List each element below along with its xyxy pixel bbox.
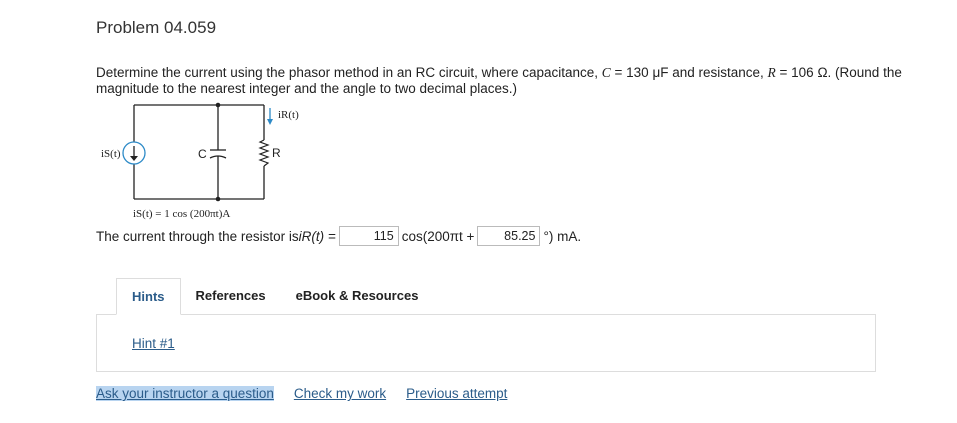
junction-node	[215, 196, 221, 202]
answer-prefix: The current through the resistor is	[96, 228, 299, 244]
check-my-work-link[interactable]: Check my work	[294, 386, 386, 401]
junction-node	[215, 102, 221, 108]
magnitude-input[interactable]: 115	[338, 226, 399, 246]
tab-hints[interactable]: Hints	[116, 278, 181, 315]
footer-links: Ask your instructor a question Check my …	[96, 386, 527, 401]
problem-text-part: Determine the current using the phasor m…	[96, 65, 602, 80]
tab-ebook-resources[interactable]: eBook & Resources	[281, 278, 434, 315]
resistor-label: R	[272, 146, 281, 160]
answer-function: iR(t) =	[298, 228, 336, 244]
rc-circuit-diagram: iS(t) C R iR(t) iS(t) = 1 cos (200πt)A	[101, 102, 299, 220]
problem-statement: Determine the current using the phasor m…	[96, 65, 946, 97]
tab-references[interactable]: References	[181, 278, 281, 315]
answer-line: The current through the resistor is iR(t…	[96, 226, 581, 246]
current-arrow-icon	[267, 108, 273, 125]
source-label: iS(t)	[101, 148, 121, 160]
circuit-caption: iS(t) = 1 cos (200πt)A	[133, 208, 230, 220]
resistance-var: R	[767, 65, 776, 80]
ask-instructor-link[interactable]: Ask your instructor a question	[96, 386, 274, 401]
resistor-icon	[258, 139, 270, 167]
resource-tabs: Hints References eBook & Resources	[116, 278, 433, 315]
problem-text-part: = 130 μF and resistance,	[610, 65, 768, 80]
capacitor-label: C	[198, 147, 207, 161]
angle-input[interactable]: 85.25	[477, 226, 541, 246]
problem-text-part: magnitude to the nearest integer and the…	[96, 81, 518, 96]
answer-suffix: °) mA.	[543, 228, 582, 244]
problem-text-part: = 106 Ω. (Round the	[775, 65, 902, 80]
capacitance-var: C	[601, 65, 611, 80]
hints-panel: Hint #1	[96, 314, 876, 372]
current-source-icon	[122, 141, 146, 165]
answer-middle: cos(200πt +	[401, 228, 475, 244]
previous-attempt-link[interactable]: Previous attempt	[406, 386, 507, 401]
current-label: iR(t)	[278, 109, 299, 121]
hint-1-link[interactable]: Hint #1	[132, 336, 175, 351]
problem-title: Problem 04.059	[96, 18, 217, 37]
